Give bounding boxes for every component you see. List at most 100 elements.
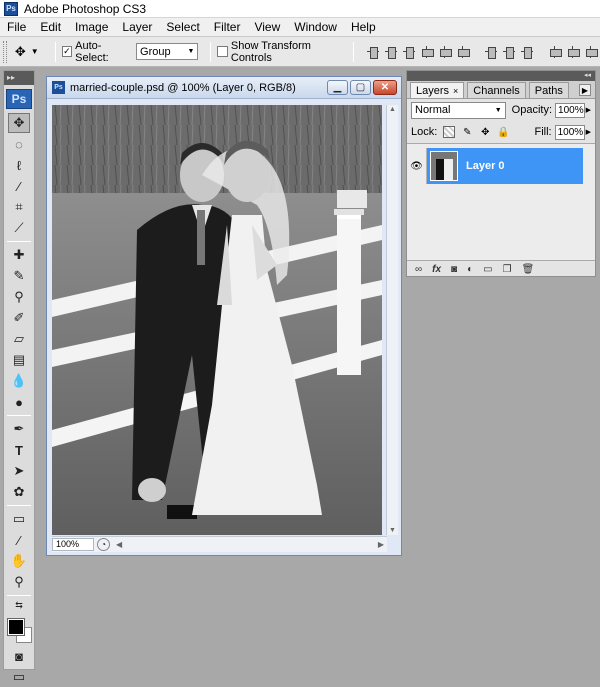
distribute-hcenter-icon[interactable] [566,45,580,59]
zoom-field[interactable]: 100% [52,538,94,551]
layers-panel: ◂◂ Layers × Channels Paths ▶ Normal ▼ Op… [406,70,596,277]
menu-layer[interactable]: Layer [115,20,159,34]
lock-pixels-icon[interactable]: ✎ [461,126,473,138]
divider [210,41,212,62]
healing-brush-icon[interactable]: ✚ [8,245,30,265]
magic-wand-icon[interactable]: ⁄ [8,176,30,196]
chevron-down-icon: ▼ [30,47,39,56]
history-brush-icon[interactable]: ✐ [8,308,30,328]
align-bottom-edges-icon[interactable] [402,45,416,59]
tool-preset-picker[interactable]: ✥ ▼ [15,44,39,60]
close-icon[interactable]: × [453,86,458,96]
hand-icon[interactable]: ✋ [8,551,30,571]
new-layer-icon[interactable]: ❐ [503,264,512,275]
eraser-icon[interactable]: ▱ [8,329,30,349]
auto-select-dropdown[interactable]: Group ▼ [136,43,199,60]
fill-slider-icon[interactable]: ▶ [586,128,591,136]
lock-position-icon[interactable]: ✥ [479,126,491,138]
trash-icon[interactable]: 🗑 [522,264,535,275]
new-group-icon[interactable]: ▭ [483,264,492,275]
options-bar: ✥ ▼ ✓ Auto-Select: Group ▼ Show Transform… [0,37,600,67]
zoom-icon[interactable]: ⚲ [8,572,30,592]
notes-icon[interactable]: ▭ [8,509,30,529]
align-horizontal-centers-icon[interactable] [438,45,452,59]
align-right-edges-icon[interactable] [456,45,470,59]
menu-window[interactable]: Window [287,20,344,34]
opacity-slider-icon[interactable]: ▶ [586,106,591,114]
link-layers-icon[interactable]: ∞ [415,264,422,275]
brush-icon[interactable]: ✎ [8,266,30,286]
layers-panel-header[interactable]: ◂◂ [407,71,595,81]
lock-row: Lock: ✎ ✥ 🔒 Fill: 100% ▶ [407,121,595,143]
vertical-scrollbar[interactable] [386,105,398,535]
screen-mode-icon[interactable]: ▭ [8,667,30,687]
menu-filter[interactable]: Filter [207,20,248,34]
close-button[interactable]: ✕ [373,80,397,95]
crop-icon[interactable]: ⌗ [8,197,30,217]
distribute-right-icon[interactable] [584,45,598,59]
marquee-icon[interactable]: ◌ [8,134,30,154]
adjustment-layer-icon[interactable]: ◐ [467,264,473,275]
align-vertical-centers-icon[interactable] [384,45,398,59]
align-left-edges-icon[interactable] [420,45,434,59]
type-icon[interactable]: T [8,440,30,460]
opacity-field[interactable]: 100% [555,102,585,118]
distribute-bottom-icon[interactable] [520,45,534,59]
pen-icon[interactable]: ✒ [8,419,30,439]
dodge-icon[interactable]: ● [8,392,30,412]
menu-view[interactable]: View [247,20,287,34]
document-titlebar[interactable]: Ps married-couple.psd @ 100% (Layer 0, R… [47,77,401,99]
tab-paths[interactable]: Paths [528,82,569,98]
fill-field[interactable]: 100% [554,124,585,140]
move-tool-icon: ✥ [14,43,26,59]
foreground-color-swatch[interactable] [7,618,25,636]
distribute-vcenter-icon[interactable] [502,45,516,59]
lock-transparency-icon[interactable] [443,126,456,138]
move-icon[interactable]: ✥ [8,113,30,133]
app-titlebar: Ps Adobe Photoshop CS3 [0,0,600,18]
photoshop-logo-icon[interactable]: Ps [6,89,32,109]
layer-thumbnail [430,151,458,181]
tools-panel-header[interactable]: ▸▸ [4,71,34,85]
quick-mask-icon[interactable]: ◙ [8,646,30,666]
eyedropper-icon[interactable]: ⁄ [8,530,30,550]
menu-help[interactable]: Help [344,20,383,34]
scroll-left-icon[interactable]: ◀ [116,540,122,549]
layer-mask-icon[interactable]: ◙ [451,264,457,275]
scroll-right-icon[interactable]: ▶ [378,540,384,549]
layer-style-icon[interactable]: fx [432,264,441,275]
lock-all-icon[interactable]: 🔒 [497,126,509,138]
auto-select-checkbox[interactable]: ✓ [61,46,73,57]
shape-icon[interactable]: ✿ [8,482,30,502]
blend-mode-dropdown[interactable]: Normal ▼ [411,101,506,119]
gradient-icon[interactable]: ▤ [8,350,30,370]
align-top-edges-icon[interactable] [366,45,380,59]
maximize-button[interactable]: ▢ [350,80,371,95]
clone-stamp-icon[interactable]: ⚲ [8,287,30,307]
slice-icon[interactable]: ⟋ [8,218,30,238]
tab-layers[interactable]: Layers × [410,82,465,98]
tab-channels[interactable]: Channels [467,82,526,98]
auto-select-label: Auto-Select: [75,39,109,64]
minimize-button[interactable]: ▁ [327,80,348,95]
layer-item[interactable]: Layer 0 [427,148,583,184]
distribute-left-icon[interactable] [548,45,562,59]
eye-icon[interactable]: 👁 [407,148,427,184]
image-canvas[interactable] [52,105,382,535]
menu-select[interactable]: Select [159,20,206,34]
status-info-icon[interactable]: ◔ [97,538,110,551]
lasso-icon[interactable]: ℓ [8,155,30,175]
app-title: Adobe Photoshop CS3 [24,1,147,16]
layer-row[interactable]: 👁 Layer 0 [407,148,583,184]
options-bar-grip[interactable] [3,40,7,63]
swap-colors-icon[interactable]: ⇆ [8,599,30,611]
path-selection-icon[interactable]: ➤ [8,461,30,481]
transform-controls-checkbox[interactable] [217,46,228,57]
distribute-top-icon[interactable] [484,45,498,59]
blur-icon[interactable]: 💧 [8,371,30,391]
menu-file[interactable]: File [0,20,33,34]
menu-edit[interactable]: Edit [33,20,68,34]
auto-select-value: Group [140,45,171,58]
menu-image[interactable]: Image [68,20,115,34]
panel-menu-icon[interactable]: ▶ [579,84,591,96]
